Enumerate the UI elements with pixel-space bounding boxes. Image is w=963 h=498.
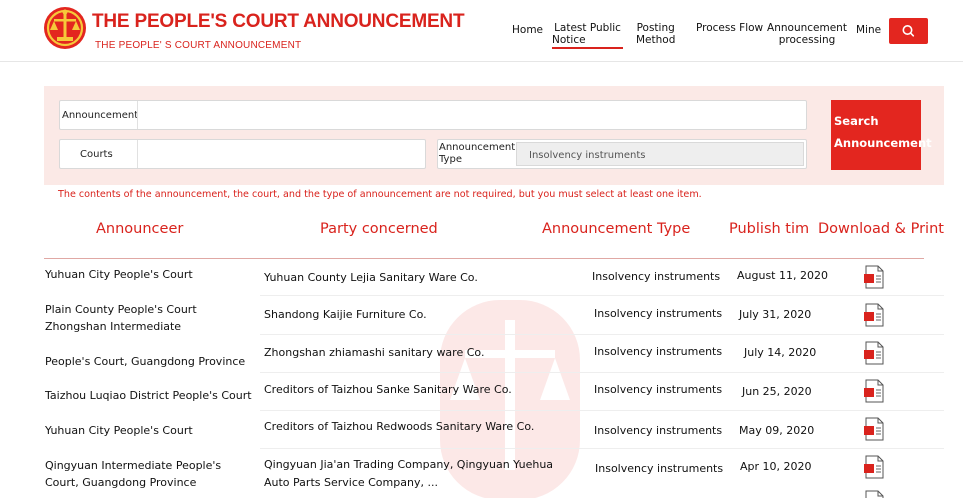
announcement-type-select[interactable]: Insolvency instruments [516, 142, 804, 166]
cell-party: Shandong Kaijie Furniture Co. [264, 308, 427, 321]
nav-label: Process Flow [696, 22, 764, 34]
courts-input[interactable] [137, 140, 425, 168]
nav-label-line2: Method [636, 34, 676, 46]
cell-party: Creditors of Taizhou Sanke Sanitary Ware… [264, 383, 512, 396]
nav-home[interactable]: Home [512, 24, 543, 36]
pdf-icon[interactable] [863, 303, 885, 327]
cell-party-line2: Auto Parts Service Company, ... [264, 476, 438, 489]
nav-latest-public-notice[interactable]: Latest Public Notice [552, 22, 623, 49]
cell-date: May 09, 2020 [739, 424, 815, 437]
pdf-icon[interactable] [863, 265, 885, 289]
cell-type: Insolvency instruments [594, 345, 723, 358]
cell-date: July 14, 2020 [744, 346, 817, 359]
column-header-party: Party concerned [320, 221, 438, 237]
nav-label: Posting [636, 22, 675, 34]
nav-label: Home [512, 24, 544, 36]
cell-party: Yuhuan County Lejia Sanitary Ware Co. [264, 271, 478, 284]
site-subtitle: THE PEOPLE' S COURT ANNOUNCEMENT [95, 40, 302, 51]
cell-date: Jun 25, 2020 [742, 385, 812, 398]
row-divider [260, 334, 944, 335]
search-button-label-line1: Search [834, 114, 879, 128]
nav-posting-method[interactable]: Posting Method [636, 22, 675, 46]
pdf-icon[interactable] [863, 417, 885, 441]
announcement-input[interactable] [137, 101, 806, 129]
row-divider [260, 372, 944, 373]
cell-announcer-line2: Court, Guangdong Province [45, 476, 197, 489]
cell-type: Insolvency instruments [592, 270, 721, 283]
row-divider [260, 448, 944, 449]
cell-party: Creditors of Taizhou Redwoods Sanitary W… [264, 420, 535, 433]
announcement-type-field[interactable]: Announcement Type Insolvency instruments [437, 139, 807, 169]
cell-party: Zhongshan zhiamashi sanitary ware Co. [264, 346, 485, 359]
announcement-field[interactable]: Announcement [59, 100, 807, 130]
cell-announcer: Taizhou Luqiao District People's Court [45, 389, 252, 402]
header-search-button[interactable] [889, 18, 928, 44]
cell-date: Apr 10, 2020 [740, 460, 812, 473]
search-notice: The contents of the announcement, the co… [58, 189, 702, 200]
cell-date: August 11, 2020 [737, 269, 828, 282]
nav-label-line2: processing [778, 34, 836, 46]
courts-label: Courts [80, 149, 113, 160]
cell-announcer-line2: Zhongshan Intermediate [45, 320, 182, 333]
site-header: THE PEOPLE'S COURT ANNOUNCEMENT THE PEOP… [0, 0, 963, 62]
cell-announcer: Plain County People's Court [45, 303, 197, 316]
announcement-type-label-line1: Announcement [439, 142, 516, 153]
court-emblem-icon[interactable] [43, 4, 87, 52]
search-button-label-line2: Announcement [834, 136, 932, 150]
site-title: THE PEOPLE'S COURT ANNOUNCEMENT [92, 11, 465, 32]
nav-label-line2: Notice [552, 34, 586, 46]
cell-announcer: Yuhuan City People's Court [45, 424, 193, 437]
search-announcement-button[interactable]: Search Announcement [831, 100, 932, 170]
pdf-icon[interactable] [863, 455, 885, 479]
column-header-publish-time: Publish tim [729, 221, 810, 237]
pdf-icon[interactable] [863, 490, 885, 498]
pdf-icon[interactable] [863, 341, 885, 365]
cell-date: July 31, 2020 [739, 308, 812, 321]
column-header-announcer: Announceer [96, 221, 184, 237]
nav-label: Latest Public [554, 22, 621, 34]
nav-label: Announcement [767, 22, 847, 34]
cell-type: Insolvency instruments [594, 383, 723, 396]
announcement-type-label-line2: Type [439, 154, 462, 165]
cell-party: Qingyuan Jia'an Trading Company, Qingyua… [264, 458, 554, 471]
row-divider [260, 410, 944, 411]
cell-type: Insolvency instruments [594, 307, 723, 320]
announcement-label: Announcement [62, 110, 139, 121]
nav-label: Mine [856, 24, 882, 36]
cell-announcer: Yuhuan City People's Court [45, 268, 193, 281]
column-header-type: Announcement Type [542, 221, 691, 237]
row-divider [260, 295, 944, 296]
search-icon [902, 25, 915, 37]
pdf-icon[interactable] [863, 379, 885, 403]
announcement-type-label: Announcement Type [439, 142, 515, 166]
courts-field[interactable]: Courts [59, 139, 426, 169]
cell-type: Insolvency instruments [594, 424, 723, 437]
column-header-download: Download & Print [818, 221, 944, 237]
cell-announcer: People's Court, Guangdong Province [45, 355, 246, 368]
cell-announcer: Qingyuan Intermediate People's [45, 459, 222, 472]
table-header-divider [44, 258, 924, 259]
nav-process-flow[interactable]: Process Flow [696, 22, 763, 34]
cell-type: Insolvency instruments [595, 462, 724, 475]
nav-announcement-processing[interactable]: Announcement processing [767, 22, 847, 46]
nav-mine[interactable]: Mine [856, 24, 881, 36]
